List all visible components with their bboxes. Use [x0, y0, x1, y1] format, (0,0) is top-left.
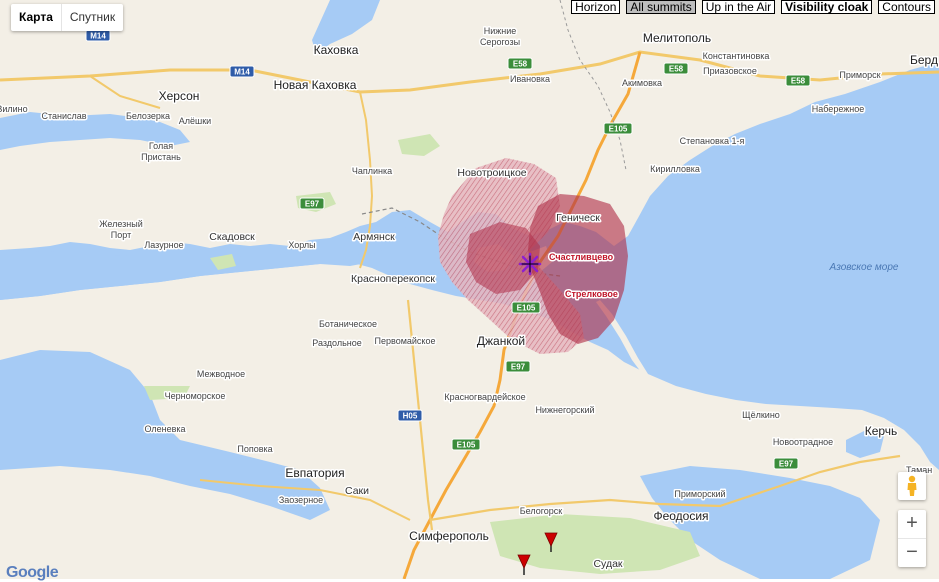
- place-label: Лазурное: [144, 240, 183, 250]
- map-canvas[interactable]: M14 M14 E58 E58 E58 E105 E105 E105 E97 E…: [0, 0, 939, 579]
- street-view-pegman-button[interactable]: [898, 472, 926, 500]
- road-shield: M14: [229, 65, 255, 78]
- place-label: Голая: [149, 141, 173, 151]
- place-label: Константиновка: [703, 51, 770, 61]
- place-label: Новотроицкое: [457, 167, 526, 179]
- map-type-map-button[interactable]: Карта: [11, 4, 61, 31]
- road-shield: E97: [299, 197, 325, 210]
- svg-text:E58: E58: [791, 77, 806, 86]
- place-label: Белозерка: [126, 111, 170, 121]
- map-type-control: Карта Спутник: [11, 4, 124, 31]
- place-label: Степановка 1-я: [680, 136, 745, 146]
- place-label: Чаплинка: [352, 166, 392, 176]
- svg-text:H05: H05: [403, 412, 418, 421]
- place-label: Станислав: [41, 111, 86, 121]
- place-label: Новоотрадное: [773, 437, 833, 447]
- place-label: Геническ: [556, 212, 600, 224]
- svg-text:E105: E105: [609, 125, 628, 134]
- road-shield: E58: [663, 62, 689, 75]
- zoom-in-button[interactable]: +: [898, 510, 926, 538]
- place-label: Вилино: [0, 104, 28, 114]
- place-label: Поповка: [237, 444, 272, 454]
- place-label: Керчь: [865, 424, 898, 438]
- place-label: Джанкой: [477, 334, 525, 348]
- overlay-toolbar: Horizon All summits Up in the Air Visibi…: [571, 0, 935, 14]
- svg-text:E97: E97: [511, 363, 526, 372]
- place-label: Мелитополь: [643, 31, 711, 45]
- road-shield: E97: [773, 457, 799, 470]
- road-shield: E105: [451, 438, 481, 451]
- place-label: Белогорск: [520, 506, 563, 516]
- svg-text:M14: M14: [234, 68, 250, 77]
- place-label: Оленевка: [144, 424, 185, 434]
- place-label: Евпатория: [285, 466, 344, 480]
- svg-text:M14: M14: [90, 32, 106, 41]
- road-shield: E105: [603, 122, 633, 135]
- place-label: Красногвардейское: [444, 392, 525, 402]
- place-label: Черноморское: [165, 391, 226, 401]
- place-label: Приазовское: [703, 66, 757, 76]
- road-shield: E58: [785, 74, 811, 87]
- map-type-satellite-button[interactable]: Спутник: [60, 4, 123, 31]
- place-label: Феодосия: [653, 509, 708, 523]
- place-label: Первомайское: [375, 336, 436, 346]
- up-in-the-air-button[interactable]: Up in the Air: [701, 0, 776, 14]
- place-label: Хорлы: [288, 240, 315, 250]
- place-label: Ботаническое: [319, 319, 377, 329]
- place-label: Приморск: [839, 70, 880, 80]
- place-label: Симферополь: [409, 529, 489, 543]
- google-logo[interactable]: Google: [6, 564, 59, 582]
- place-label: Акимовка: [622, 78, 662, 88]
- place-label: Раздольное: [312, 338, 362, 348]
- place-label: Красноперекопск: [351, 273, 435, 285]
- place-label: Армянск: [353, 231, 395, 243]
- road-shield: E105: [511, 301, 541, 314]
- place-label: Стрелковое: [565, 289, 618, 299]
- svg-text:E105: E105: [517, 304, 536, 313]
- place-label: Щёлкино: [742, 410, 780, 420]
- place-label: Каховка: [314, 43, 359, 57]
- place-label: Нижнегорский: [535, 405, 594, 415]
- place-label: Набережное: [812, 104, 864, 114]
- place-label: Новая Каховка: [274, 78, 357, 92]
- all-summits-button[interactable]: All summits: [626, 0, 696, 14]
- place-label: Приморский: [674, 489, 725, 499]
- place-label: Скадовск: [209, 231, 255, 243]
- road-shield: M14: [85, 29, 111, 42]
- place-label: Нижние: [484, 26, 517, 36]
- place-label: Алёшки: [179, 116, 211, 126]
- svg-text:E58: E58: [513, 60, 528, 69]
- road-shield: H05: [397, 409, 423, 422]
- place-label: Херсон: [159, 89, 200, 103]
- svg-text:E97: E97: [779, 460, 794, 469]
- place-label: Железный: [99, 219, 143, 229]
- road-shield: E97: [505, 360, 531, 373]
- svg-text:E58: E58: [669, 65, 684, 74]
- horizon-button[interactable]: Horizon: [571, 0, 621, 14]
- place-label: Саки: [345, 485, 369, 497]
- place-label: Судак: [593, 558, 622, 570]
- place-label: Пристань: [141, 152, 181, 162]
- place-label: Порт: [111, 230, 131, 240]
- place-label: Кирилловка: [650, 164, 700, 174]
- observer-asterisk-icon[interactable]: [518, 252, 542, 276]
- contours-button[interactable]: Contours: [878, 0, 935, 14]
- place-label: Азовское море: [829, 262, 899, 273]
- zoom-out-button[interactable]: −: [898, 538, 926, 567]
- place-label: Ивановка: [510, 74, 550, 84]
- place-label: Счастливцево: [549, 252, 614, 262]
- place-label: Серогозы: [480, 37, 520, 47]
- place-label: Заозерное: [279, 495, 323, 505]
- zoom-control: + −: [898, 510, 926, 567]
- visibility-cloak-button[interactable]: Visibility cloak: [781, 0, 873, 14]
- svg-text:E97: E97: [305, 200, 320, 209]
- place-label: Межводное: [197, 369, 245, 379]
- road-shield: E58: [507, 57, 533, 70]
- svg-text:E105: E105: [457, 441, 476, 450]
- pegman-icon: [907, 475, 917, 496]
- place-label: Берд: [910, 53, 938, 67]
